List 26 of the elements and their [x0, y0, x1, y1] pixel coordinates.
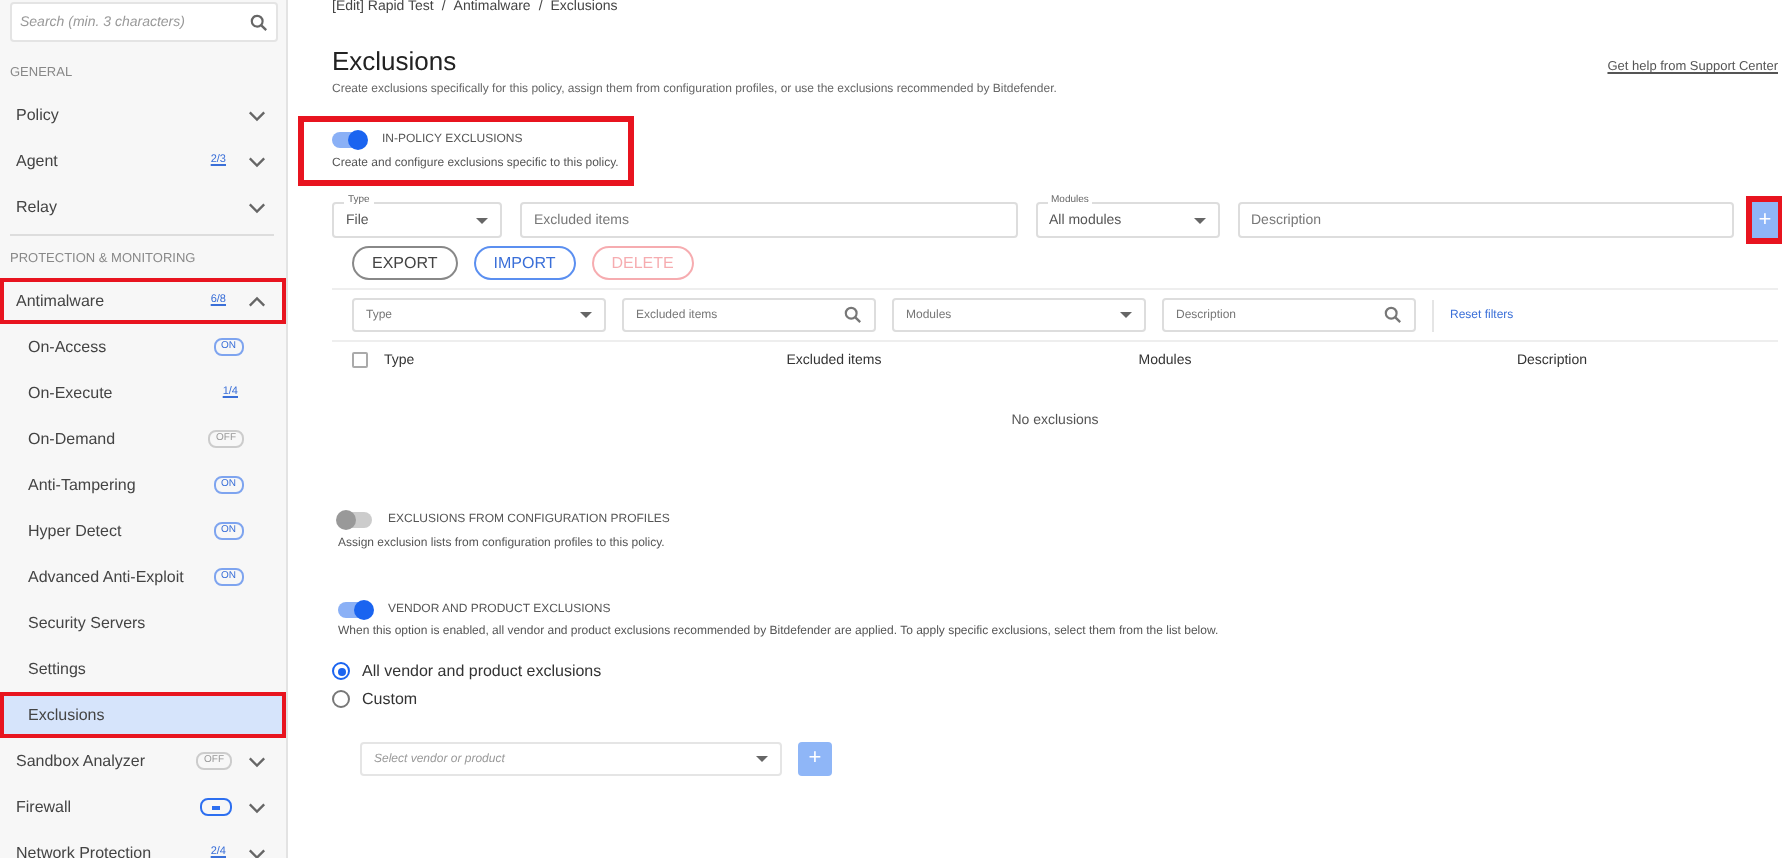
toggle-switch[interactable]	[338, 602, 372, 618]
search-icon	[1384, 306, 1402, 324]
toggle-switch[interactable]	[338, 512, 372, 528]
search-icon	[250, 13, 268, 31]
radio-option[interactable]: Custom	[332, 690, 1778, 708]
page-title: Exclusions	[332, 46, 457, 76]
chevron-down-icon[interactable]	[248, 201, 266, 213]
sidebar-item[interactable]: Policy	[0, 92, 286, 138]
chevron-down-icon[interactable]	[248, 155, 266, 167]
status-badge	[200, 798, 232, 816]
sidebar-subitem[interactable]: Security Servers	[0, 600, 286, 646]
radio-option[interactable]: All vendor and product exclusions	[332, 662, 1778, 680]
search-icon	[844, 306, 862, 324]
sidebar-item[interactable]: Firewall	[0, 784, 286, 830]
chevron-down-icon[interactable]	[248, 755, 266, 767]
chevron-up-icon[interactable]	[248, 295, 266, 307]
chevron-down-icon[interactable]	[248, 109, 266, 121]
checkbox[interactable]	[352, 352, 368, 368]
sidebar-subitem[interactable]: Exclusions	[0, 692, 286, 738]
sidebar-item[interactable]: Relay	[0, 184, 286, 230]
action-button[interactable]: IMPORT	[473, 246, 576, 280]
action-button[interactable]: EXPORT	[352, 246, 458, 280]
sidebar-subitem[interactable]: Settings	[0, 646, 286, 692]
chevron-down-icon[interactable]	[248, 847, 266, 858]
chevron-down-icon[interactable]	[248, 801, 266, 813]
toggle-switch[interactable]	[332, 132, 366, 148]
